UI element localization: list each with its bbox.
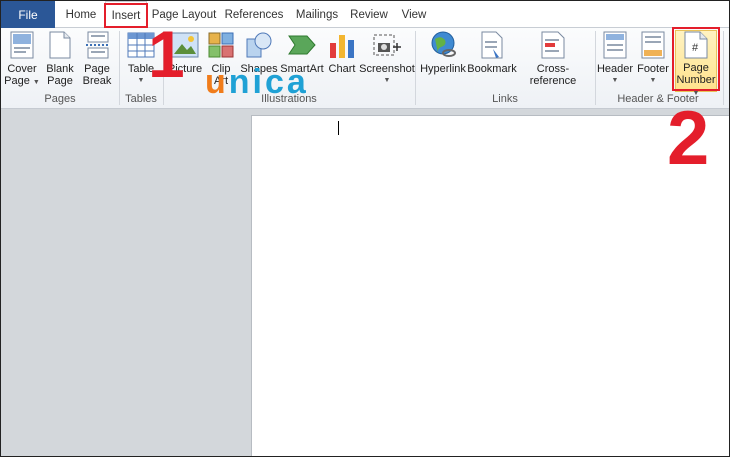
header-label: Header: [596, 63, 634, 75]
page-break-icon: [81, 30, 113, 60]
cover-page-dropdown-icon: ▼: [32, 79, 40, 86]
bookmark-label: Bookmark: [467, 63, 517, 75]
bookmark-button[interactable]: Bookmark: [467, 30, 517, 92]
footer-button[interactable]: Footer ▼: [635, 30, 671, 92]
annotation-step-2: 2: [667, 96, 710, 181]
cover-page-icon: [6, 30, 38, 60]
shapes-icon: [243, 30, 275, 60]
annotation-box-page-number: [672, 27, 720, 91]
group-label-tables: Tables: [125, 93, 157, 105]
cross-reference-label: Cross-reference: [529, 63, 577, 87]
group-divider: [723, 31, 724, 105]
header-icon: [599, 30, 631, 60]
group-label-pages: Pages: [44, 93, 76, 105]
page-break-button[interactable]: Page Break: [80, 30, 114, 92]
chart-button[interactable]: Chart: [326, 30, 358, 92]
clip-art-icon: [205, 30, 237, 60]
ribbon-insert: Cover Page ▼ Blank Page Page Break Pages…: [1, 28, 729, 109]
page-break-label-1: Page: [84, 63, 110, 75]
annotation-box-insert: [104, 3, 148, 28]
cross-reference-icon: [537, 30, 569, 60]
footer-icon: [637, 30, 669, 60]
text-cursor: [338, 121, 339, 135]
blank-page-label-2: Page: [47, 75, 73, 87]
header-button[interactable]: Header ▼: [597, 30, 633, 92]
screenshot-label: Screenshot: [359, 63, 415, 75]
word-window: File Home Insert Page Layout References …: [0, 0, 730, 457]
smartart-icon: [286, 30, 318, 60]
blank-page-icon: [44, 30, 76, 60]
unica-logo: unica: [205, 63, 309, 101]
footer-dropdown-icon: ▼: [649, 77, 657, 84]
screenshot-dropdown-icon: ▼: [383, 77, 391, 84]
tab-review[interactable]: Review: [348, 1, 390, 28]
screenshot-icon: [371, 30, 403, 60]
tab-home[interactable]: Home: [61, 1, 101, 28]
tab-view[interactable]: View: [396, 1, 432, 28]
cross-reference-button[interactable]: Cross-reference: [516, 30, 590, 92]
tab-references[interactable]: References: [223, 1, 285, 28]
footer-label: Footer: [637, 63, 669, 75]
screenshot-button[interactable]: Screenshot ▼: [359, 30, 415, 92]
hyperlink-icon: [427, 30, 459, 60]
document-page[interactable]: [251, 115, 729, 456]
tab-file[interactable]: File: [1, 1, 55, 28]
header-dropdown-icon: ▼: [611, 77, 619, 84]
cover-page-label-1: Cover: [7, 63, 37, 75]
chart-icon: [326, 30, 358, 60]
hyperlink-label: Hyperlink: [420, 63, 466, 75]
tab-mailings[interactable]: Mailings: [291, 1, 343, 28]
cover-page-label-2: Page: [4, 75, 30, 87]
blank-page-label-1: Blank: [46, 63, 74, 75]
group-label-links: Links: [492, 93, 518, 105]
annotation-step-1: 1: [148, 17, 185, 91]
blank-page-button[interactable]: Blank Page: [43, 30, 77, 92]
table-dropdown-icon: ▼: [137, 77, 145, 84]
cover-page-button[interactable]: Cover Page ▼: [3, 30, 41, 92]
hyperlink-button[interactable]: Hyperlink: [419, 30, 467, 92]
chart-label: Chart: [328, 63, 356, 75]
page-break-label-2: Break: [82, 75, 112, 87]
bookmark-icon: [476, 30, 508, 60]
